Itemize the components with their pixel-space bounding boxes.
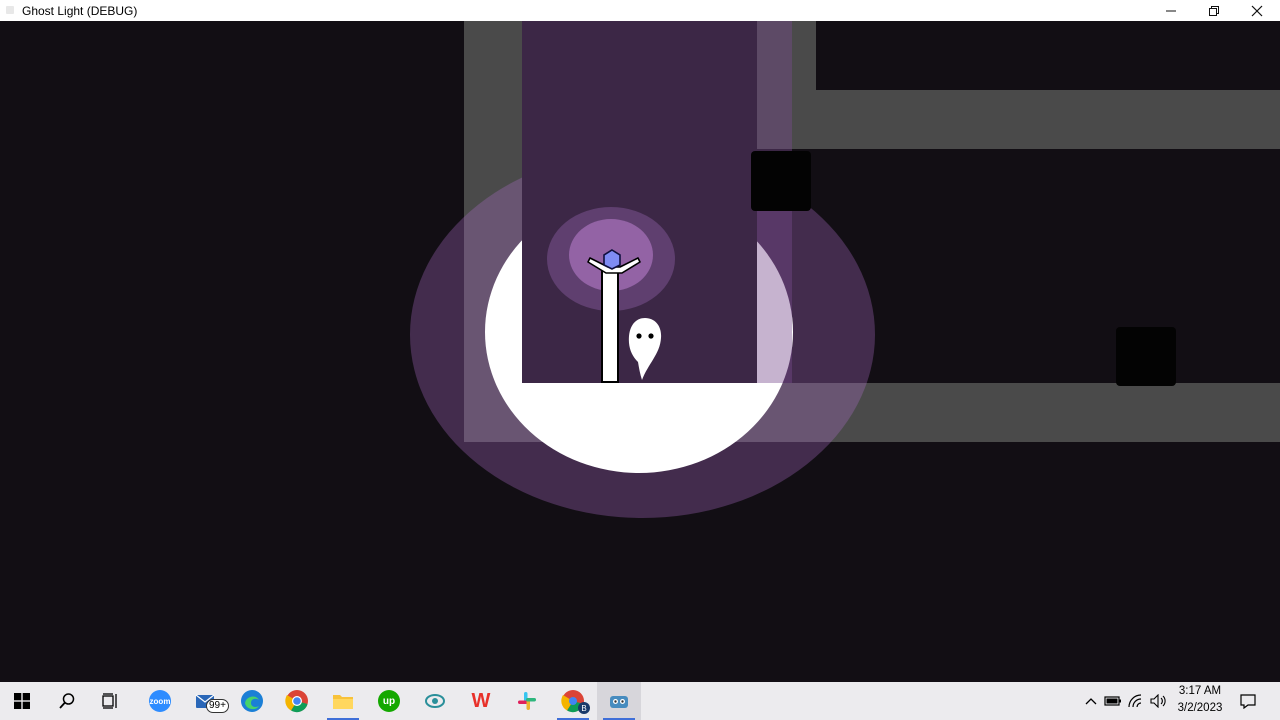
notifications-button[interactable] bbox=[1226, 682, 1270, 720]
slack-icon bbox=[518, 692, 536, 710]
restore-icon bbox=[1209, 5, 1219, 16]
notification-icon bbox=[1240, 694, 1256, 709]
edge-icon bbox=[241, 690, 263, 712]
upwork-icon: up bbox=[378, 690, 400, 712]
search-button[interactable] bbox=[45, 682, 89, 720]
zoom-icon: zoom bbox=[149, 690, 171, 712]
minimize-icon bbox=[1166, 10, 1176, 11]
battery-icon bbox=[1104, 696, 1121, 706]
clock-date[interactable]: 3/2/2023 bbox=[1172, 702, 1228, 714]
edge-button[interactable] bbox=[230, 682, 274, 720]
folder-icon bbox=[333, 695, 353, 709]
game-viewport[interactable] bbox=[0, 21, 1280, 682]
taskbar: zoom 99+ up W B 3:17 AM 3/2/2023 bbox=[0, 682, 1280, 720]
close-button[interactable] bbox=[1234, 0, 1280, 21]
task-view-icon bbox=[102, 693, 117, 709]
upper-corridor bbox=[816, 21, 1280, 90]
chrome-icon bbox=[285, 690, 308, 713]
slack-button[interactable] bbox=[505, 682, 549, 720]
windows-icon bbox=[14, 693, 30, 709]
dark-block bbox=[1116, 327, 1176, 386]
mail-badge: 99+ bbox=[206, 699, 229, 713]
file-explorer-button[interactable] bbox=[321, 682, 365, 720]
godot-icon bbox=[610, 696, 628, 708]
start-button[interactable] bbox=[0, 682, 44, 720]
volume-button[interactable] bbox=[1148, 682, 1170, 720]
ghost-eye bbox=[648, 333, 654, 339]
show-hidden-icons-button[interactable] bbox=[1080, 682, 1102, 720]
wifi-icon bbox=[1128, 694, 1142, 708]
wps-icon: W bbox=[471, 689, 491, 712]
battery-button[interactable] bbox=[1102, 682, 1124, 720]
dark-block bbox=[751, 151, 811, 211]
ghost-eye bbox=[636, 333, 642, 339]
ghost-player bbox=[628, 318, 662, 380]
upwork-button[interactable]: up bbox=[367, 682, 411, 720]
eye-icon bbox=[425, 694, 445, 708]
chevron-up-icon bbox=[1085, 698, 1097, 705]
settings-app-button[interactable] bbox=[413, 682, 457, 720]
minimize-button[interactable] bbox=[1148, 0, 1194, 21]
task-view-button[interactable] bbox=[89, 682, 133, 720]
close-icon bbox=[1251, 5, 1263, 16]
speaker-icon bbox=[1150, 694, 1166, 708]
wps-office-button[interactable]: W bbox=[459, 682, 503, 720]
search-icon bbox=[59, 693, 75, 709]
chrome-button[interactable] bbox=[275, 682, 319, 720]
crystal-icon bbox=[603, 249, 621, 270]
window-title-bar: Ghost Light (DEBUG) bbox=[0, 0, 1280, 21]
mail-app-button[interactable]: 99+ bbox=[186, 682, 230, 720]
window-title: Ghost Light (DEBUG) bbox=[22, 4, 138, 18]
godot-button[interactable] bbox=[597, 682, 641, 720]
clock-time[interactable]: 3:17 AM bbox=[1172, 685, 1228, 697]
zoom-app-button[interactable]: zoom bbox=[138, 682, 182, 720]
lamp-arms-with-crystal bbox=[587, 249, 641, 274]
chrome-profile-button[interactable]: B bbox=[551, 682, 595, 720]
network-button[interactable] bbox=[1125, 682, 1147, 720]
app-icon bbox=[6, 6, 14, 14]
restore-button[interactable] bbox=[1191, 0, 1237, 21]
profile-badge: B bbox=[578, 702, 590, 714]
